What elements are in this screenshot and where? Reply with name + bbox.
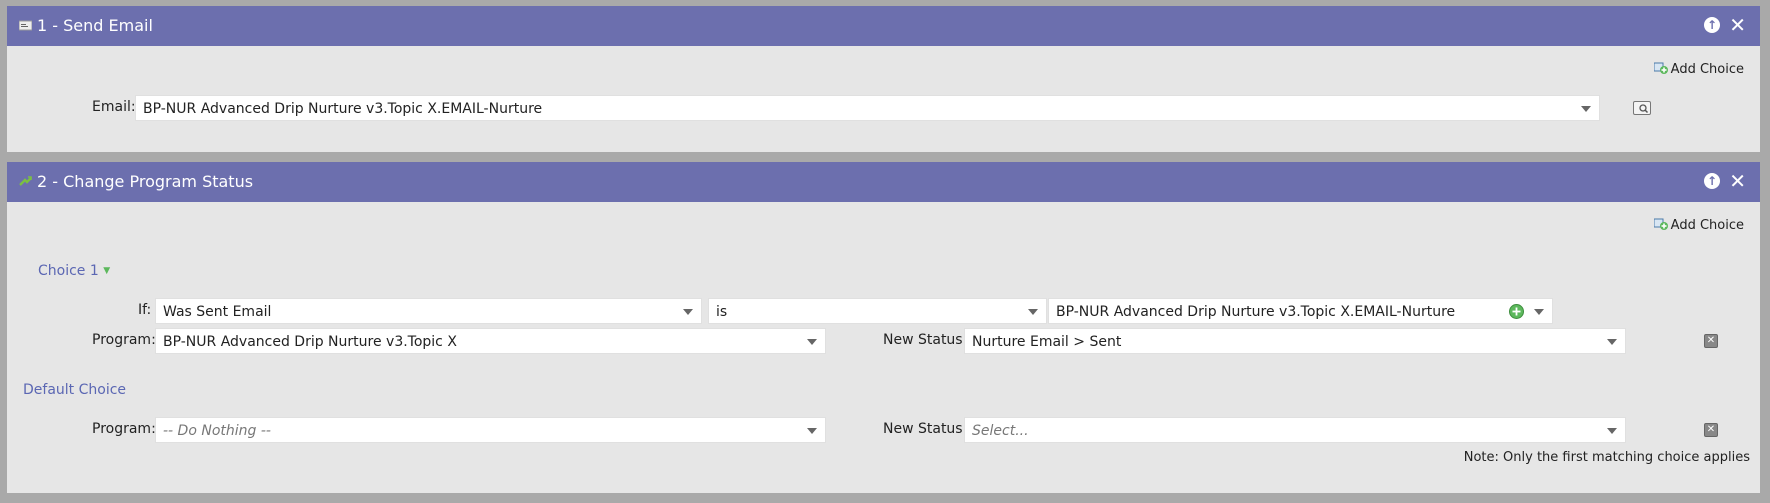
add-choice-icon [1653, 62, 1668, 74]
flow-step-change-program-status: 2 - Change Program Status ↑ ✕ Add Choice… [7, 162, 1760, 493]
lookup-icon[interactable] [1633, 101, 1651, 115]
remove-default-choice-icon[interactable]: ✕ [1704, 423, 1718, 437]
default-new-status-placeholder: Select... [972, 423, 1029, 439]
arrow-up-circle-icon[interactable]: ↑ [1704, 17, 1720, 33]
step-header[interactable]: 1 - Send Email ↑ ✕ [7, 6, 1760, 46]
add-choice-label: Add Choice [1670, 62, 1744, 77]
operator-select[interactable]: is [708, 298, 1047, 324]
flow-step-send-email: 1 - Send Email ↑ ✕ Add Choice Email: BP-… [7, 6, 1760, 152]
arrow-up-circle-icon[interactable]: ↑ [1704, 173, 1720, 189]
new-status-value: Nurture Email > Sent [972, 334, 1122, 350]
condition-email-value: BP-NUR Advanced Drip Nurture v3.Topic X.… [1056, 304, 1456, 320]
add-choice-button[interactable]: Add Choice [1653, 218, 1744, 233]
operator-value: is [716, 304, 728, 320]
chevron-down-icon [807, 428, 817, 434]
close-icon[interactable]: ✕ [1729, 13, 1746, 37]
chevron-down-icon [807, 339, 817, 345]
condition-value-select[interactable]: BP-NUR Advanced Drip Nurture v3.Topic X.… [1048, 298, 1553, 324]
default-new-status-select[interactable]: Select... [964, 417, 1626, 443]
default-new-status-label: New Status: [883, 421, 968, 437]
default-program-label: Program: [92, 421, 156, 437]
email-value: BP-NUR Advanced Drip Nurture v3.Topic X.… [143, 101, 543, 117]
chevron-down-icon [683, 309, 693, 315]
new-status-select[interactable]: Nurture Email > Sent [964, 328, 1626, 354]
close-icon[interactable]: ✕ [1729, 169, 1746, 193]
remove-choice-icon[interactable]: ✕ [1704, 334, 1718, 348]
step-title: 1 - Send Email [37, 16, 153, 35]
first-match-note: Note: Only the first matching choice app… [1463, 450, 1750, 465]
step-header[interactable]: 2 - Change Program Status ↑ ✕ [7, 162, 1760, 202]
program-value: BP-NUR Advanced Drip Nurture v3.Topic X [163, 334, 457, 350]
triangle-down-icon: ▼ [103, 266, 111, 276]
add-choice-icon [1653, 218, 1668, 230]
step-title: 2 - Change Program Status [37, 172, 254, 191]
email-select[interactable]: BP-NUR Advanced Drip Nurture v3.Topic X.… [135, 95, 1600, 121]
status-change-icon [19, 176, 32, 186]
chevron-down-icon [1607, 339, 1617, 345]
program-select[interactable]: BP-NUR Advanced Drip Nurture v3.Topic X [155, 328, 826, 354]
add-choice-label: Add Choice [1670, 218, 1744, 233]
chevron-down-icon [1607, 428, 1617, 434]
default-program-placeholder: -- Do Nothing -- [163, 423, 271, 439]
email-label: Email: [92, 99, 136, 115]
add-choice-button[interactable]: Add Choice [1653, 62, 1744, 77]
new-status-label: New Status: [883, 332, 968, 348]
program-label: Program: [92, 332, 156, 348]
condition-value: Was Sent Email [163, 304, 272, 320]
plus-circle-icon[interactable] [1509, 304, 1524, 319]
condition-select[interactable]: Was Sent Email [155, 298, 702, 324]
chevron-down-icon [1581, 106, 1591, 112]
if-label: If: [138, 302, 152, 318]
default-program-select[interactable]: -- Do Nothing -- [155, 417, 826, 443]
choice-1-label: Choice 1 [38, 263, 99, 279]
chevron-down-icon [1534, 309, 1544, 315]
email-icon [19, 20, 32, 31]
chevron-down-icon [1028, 309, 1038, 315]
choice-1-toggle[interactable]: Choice 1 ▼ [38, 261, 110, 281]
default-choice-label: Default Choice [23, 382, 127, 398]
